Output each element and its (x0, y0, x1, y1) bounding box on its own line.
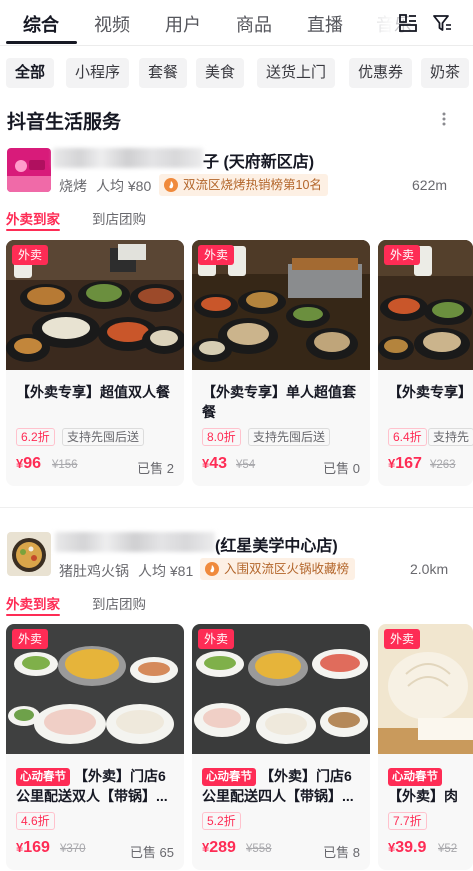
layout-icon[interactable] (397, 12, 419, 34)
original-price: ¥54 (236, 459, 256, 471)
product-title: 心动春节【外卖】肉包 (388, 766, 470, 806)
rank-badge[interactable]: 双流区烧烤热销榜第10名 (159, 174, 328, 196)
store-logo[interactable] (7, 148, 51, 192)
product-title: 心动春节 【外卖】门店6公里配送四人【带锅】... (202, 766, 362, 806)
discount-tag: 6.4折 (388, 428, 427, 446)
delivery-underline (6, 614, 60, 616)
tab-groupbuy[interactable]: 到店团购 (92, 593, 146, 613)
discount-tag: 4.6折 (16, 812, 55, 830)
tab-comprehensive[interactable]: 综合 (23, 11, 59, 37)
chip-milk-tea[interactable]: 奶茶 (421, 58, 470, 88)
blurred-store-name (55, 532, 215, 552)
product-price: ¥96 (16, 455, 42, 472)
sold-count: 已售 2 (137, 461, 174, 476)
price-value: 43 (209, 455, 228, 472)
product-title: 【外卖专享】超值双人餐 (16, 384, 170, 400)
product-card[interactable]: 外卖 心动春节 【外卖】门店6公里配送双人【带锅】... 4.6折 ¥169 ¥3… (6, 624, 184, 870)
store-name[interactable]: 子 (天府新区店) (203, 148, 314, 172)
sold-count: 已售 0 (323, 461, 360, 476)
store-divider (0, 507, 473, 508)
active-tab-underline (6, 41, 77, 44)
tab-delivery[interactable]: 外卖到家 (6, 208, 60, 228)
rank-text: 入围双流区火锅收藏榜 (224, 562, 350, 576)
sold-count: 已售 8 (323, 845, 360, 860)
product-price: ¥169 (16, 839, 50, 856)
tab-live[interactable]: 直播 (307, 11, 343, 37)
product-card[interactable]: 外卖 心动春节 【外卖】门店6公里配送四人【带锅】... 5.2折 ¥289 ¥5… (192, 624, 370, 870)
original-price: ¥558 (246, 843, 272, 855)
product-title: 【外卖专享】 (388, 384, 472, 400)
tab-fade (360, 4, 394, 42)
product-price: ¥39.9 (388, 839, 427, 856)
chip-mini-program[interactable]: 小程序 (66, 58, 130, 88)
delivery-tag: 外卖 (198, 245, 235, 265)
product-card[interactable]: 外卖 心动春节【外卖】肉包 7.7折 ¥39.9 ¥52 (378, 624, 473, 870)
more-icon[interactable] (440, 110, 448, 128)
product-price: ¥289 (202, 839, 236, 856)
store-distance: 2.0km (410, 561, 449, 577)
chip-package[interactable]: 套餐 (139, 58, 188, 88)
tab-delivery[interactable]: 外卖到家 (6, 593, 60, 613)
original-price: ¥52 (438, 843, 458, 855)
product-card[interactable]: 外卖 【外卖专享】 6.4折 支持先 ¥167 ¥263 (378, 240, 473, 486)
fire-badge-icon (205, 562, 219, 576)
store-category: 猪肚鸡火锅 (59, 563, 129, 579)
tab-video[interactable]: 视频 (94, 11, 130, 37)
fire-badge-icon (164, 178, 178, 192)
store-category: 烧烤 (59, 178, 87, 194)
product-price: ¥43 (202, 455, 228, 472)
delivery-underline (6, 229, 60, 231)
search-tabs: 综合 视频 用户 商品 直播 音乐 (0, 0, 473, 46)
tab-goods[interactable]: 商品 (236, 11, 272, 37)
product-title-text: 【外卖】肉包 (388, 788, 458, 804)
price-value: 289 (209, 839, 236, 856)
sold-count: 已售 65 (129, 845, 174, 860)
delivery-tag: 外卖 (198, 629, 235, 649)
product-title: 心动春节 【外卖】门店6公里配送双人【带锅】... (16, 766, 176, 806)
feature-tag: 支持先 (428, 428, 473, 446)
chip-coupon[interactable]: 优惠券 (349, 58, 413, 88)
original-price: ¥263 (430, 459, 456, 471)
original-price: ¥370 (60, 843, 86, 855)
store-avg-price: 人均 ¥80 (96, 178, 152, 194)
promo-tag: 心动春节 (202, 768, 256, 786)
discount-tag: 7.7折 (388, 812, 427, 830)
feature-tag: 支持先囤后送 (248, 428, 331, 446)
store-distance: 622m (412, 177, 448, 193)
discount-tag: 8.0折 (202, 428, 241, 446)
discount-tag: 5.2折 (202, 812, 241, 830)
rank-text: 双流区烧烤热销榜第10名 (183, 178, 322, 192)
price-value: 96 (23, 455, 42, 472)
product-card[interactable]: 外卖 【外卖专享】单人超值套餐 8.0折 支持先囤后送 ¥43 ¥54 已售 0 (192, 240, 370, 486)
chip-food[interactable]: 美食 (196, 58, 245, 88)
price-value: 39.9 (395, 839, 427, 856)
store-logo[interactable] (7, 532, 51, 576)
blurred-store-name (53, 148, 203, 168)
store-name[interactable]: (红星美学中心店) (215, 532, 338, 556)
original-price: ¥156 (52, 459, 78, 471)
delivery-tag: 外卖 (12, 629, 49, 649)
tab-groupbuy[interactable]: 到店团购 (92, 208, 146, 228)
delivery-tag: 外卖 (12, 245, 49, 265)
discount-tag: 6.2折 (16, 428, 55, 446)
section-title: 抖音生活服务 (7, 112, 122, 133)
delivery-tag: 外卖 (384, 629, 421, 649)
product-title: 【外卖专享】单人超值套餐 (202, 384, 356, 420)
promo-tag: 心动春节 (388, 768, 442, 786)
delivery-tag: 外卖 (384, 245, 421, 265)
rank-badge[interactable]: 入围双流区火锅收藏榜 (200, 558, 356, 580)
price-value: 167 (395, 455, 422, 472)
feature-tag: 支持先囤后送 (62, 428, 145, 446)
product-price: ¥167 (388, 455, 422, 472)
price-value: 169 (23, 839, 50, 856)
chip-all[interactable]: 全部 (6, 58, 55, 88)
promo-tag: 心动春节 (16, 768, 70, 786)
chip-delivery[interactable]: 送货上门 (257, 58, 336, 88)
product-card[interactable]: 外卖 【外卖专享】超值双人餐 6.2折 支持先囤后送 ¥96 ¥156 已售 2 (6, 240, 184, 486)
store-avg-price: 人均 ¥81 (138, 563, 194, 579)
tab-user[interactable]: 用户 (165, 11, 201, 37)
filter-icon[interactable] (431, 12, 453, 34)
